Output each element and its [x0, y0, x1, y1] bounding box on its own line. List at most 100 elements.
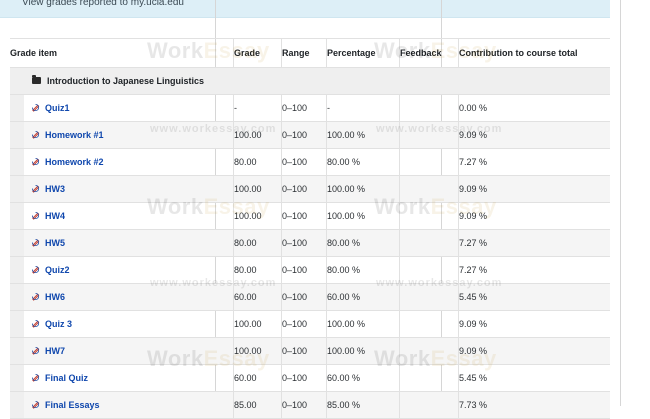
grade-cell: -	[233, 94, 282, 122]
table-row: HW3 100.00 0–100 100.00 % 9.09 %	[10, 175, 610, 203]
right-gutter	[610, 0, 650, 406]
header-percentage: Percentage	[326, 38, 400, 68]
grade-item-link[interactable]: Final Quiz	[45, 373, 88, 383]
assignment-icon	[31, 104, 40, 112]
feedback-cell	[399, 364, 459, 392]
contribution-cell: 9.09 %	[458, 175, 610, 203]
grade-item-link[interactable]: Quiz 3	[45, 319, 72, 329]
grade-item-link[interactable]: Quiz2	[45, 265, 70, 275]
contribution-cell: 9.09 %	[458, 121, 610, 149]
feedback-cell	[399, 121, 459, 149]
folder-icon	[32, 75, 41, 85]
feedback-cell	[399, 94, 459, 122]
range-cell: 0–100	[281, 337, 327, 365]
contribution-cell: 7.27 %	[458, 256, 610, 284]
contribution-cell: 0.00 %	[458, 94, 610, 122]
category-indent	[10, 310, 24, 338]
category-title: Introduction to Japanese Linguistics	[47, 76, 205, 86]
grade-item-link[interactable]: HW5	[45, 238, 65, 248]
range-cell: 0–100	[281, 391, 327, 419]
grade-item-cell: Quiz1	[24, 94, 234, 122]
grade-cell: 100.00	[233, 202, 282, 230]
range-cell: 0–100	[281, 148, 327, 176]
feedback-cell	[399, 148, 459, 176]
grade-item-cell: Quiz 3	[24, 310, 234, 338]
grade-item-cell: HW5	[24, 229, 234, 257]
percentage-cell: -	[326, 94, 400, 122]
grade-item-link[interactable]: Homework #2	[45, 157, 104, 167]
grade-cell: 100.00	[233, 175, 282, 203]
grade-cell: 80.00	[233, 256, 282, 284]
header-grade: Grade	[233, 38, 282, 68]
category-cell: Introduction to Japanese Linguistics	[10, 67, 610, 95]
table-row: Homework #1 100.00 0–100 100.00 % 9.09 %	[10, 121, 610, 149]
grade-item-cell: HW6	[24, 283, 234, 311]
range-cell: 0–100	[281, 283, 327, 311]
percentage-cell: 60.00 %	[326, 364, 400, 392]
grade-cell: 80.00	[233, 148, 282, 176]
category-indent	[10, 337, 24, 365]
grade-item-cell: HW7	[24, 337, 234, 365]
range-cell: 0–100	[281, 229, 327, 257]
feedback-cell	[399, 256, 459, 284]
grade-item-link[interactable]: Quiz1	[45, 103, 70, 113]
grade-item-link[interactable]: HW4	[45, 211, 65, 221]
feedback-cell	[399, 283, 459, 311]
percentage-cell: 100.00 %	[326, 310, 400, 338]
feedback-cell	[399, 391, 459, 419]
range-cell: 0–100	[281, 364, 327, 392]
category-indent	[10, 94, 24, 122]
table-header-row: Grade item Grade Range Percentage Feedba…	[10, 38, 610, 68]
feedback-cell	[399, 337, 459, 365]
category-indent	[10, 121, 24, 149]
contribution-cell: 9.09 %	[458, 202, 610, 230]
grade-item-link[interactable]: HW7	[45, 346, 65, 356]
feedback-cell	[399, 175, 459, 203]
assignment-icon	[31, 212, 40, 220]
contribution-cell: 7.27 %	[458, 229, 610, 257]
assignment-icon	[31, 347, 40, 355]
grade-item-link[interactable]: Final Essays	[45, 400, 100, 410]
range-cell: 0–100	[281, 256, 327, 284]
percentage-cell: 100.00 %	[326, 175, 400, 203]
category-indent	[10, 202, 24, 230]
grades-table: Grade item Grade Range Percentage Feedba…	[10, 38, 610, 419]
percentage-cell: 80.00 %	[326, 229, 400, 257]
percentage-cell: 100.00 %	[326, 202, 400, 230]
feedback-cell	[399, 310, 459, 338]
header-contribution: Contribution to course total	[458, 38, 610, 68]
grade-item-cell: Final Quiz	[24, 364, 234, 392]
grade-cell: 85.00	[233, 391, 282, 419]
header-feedback: Feedback	[399, 38, 459, 68]
grade-item-link[interactable]: HW6	[45, 292, 65, 302]
category-row: Introduction to Japanese Linguistics	[10, 67, 610, 95]
category-indent	[10, 283, 24, 311]
table-row: HW7 100.00 0–100 100.00 % 9.09 %	[10, 337, 610, 365]
percentage-cell: 85.00 %	[326, 391, 400, 419]
percentage-cell: 80.00 %	[326, 148, 400, 176]
table-row: HW5 80.00 0–100 80.00 % 7.27 %	[10, 229, 610, 257]
assignment-icon	[31, 266, 40, 274]
grade-cell: 100.00	[233, 337, 282, 365]
grade-cell: 100.00	[233, 121, 282, 149]
assignment-icon	[31, 401, 40, 409]
percentage-cell: 80.00 %	[326, 256, 400, 284]
feedback-cell	[399, 229, 459, 257]
grade-item-link[interactable]: Homework #1	[45, 130, 104, 140]
assignment-icon	[31, 239, 40, 247]
grade-item-link[interactable]: HW3	[45, 184, 65, 194]
contribution-cell: 9.09 %	[458, 310, 610, 338]
assignment-icon	[31, 158, 40, 166]
range-cell: 0–100	[281, 175, 327, 203]
table-row: HW4 100.00 0–100 100.00 % 9.09 %	[10, 202, 610, 230]
percentage-cell: 100.00 %	[326, 337, 400, 365]
category-indent	[10, 175, 24, 203]
table-row: Quiz 3 100.00 0–100 100.00 % 9.09 %	[10, 310, 610, 338]
percentage-cell: 60.00 %	[326, 283, 400, 311]
grade-cell: 100.00	[233, 310, 282, 338]
category-indent	[10, 256, 24, 284]
assignment-icon	[31, 374, 40, 382]
range-cell: 0–100	[281, 310, 327, 338]
category-indent	[10, 229, 24, 257]
info-bar: View grades reported to my.ucla.edu	[0, 0, 610, 18]
